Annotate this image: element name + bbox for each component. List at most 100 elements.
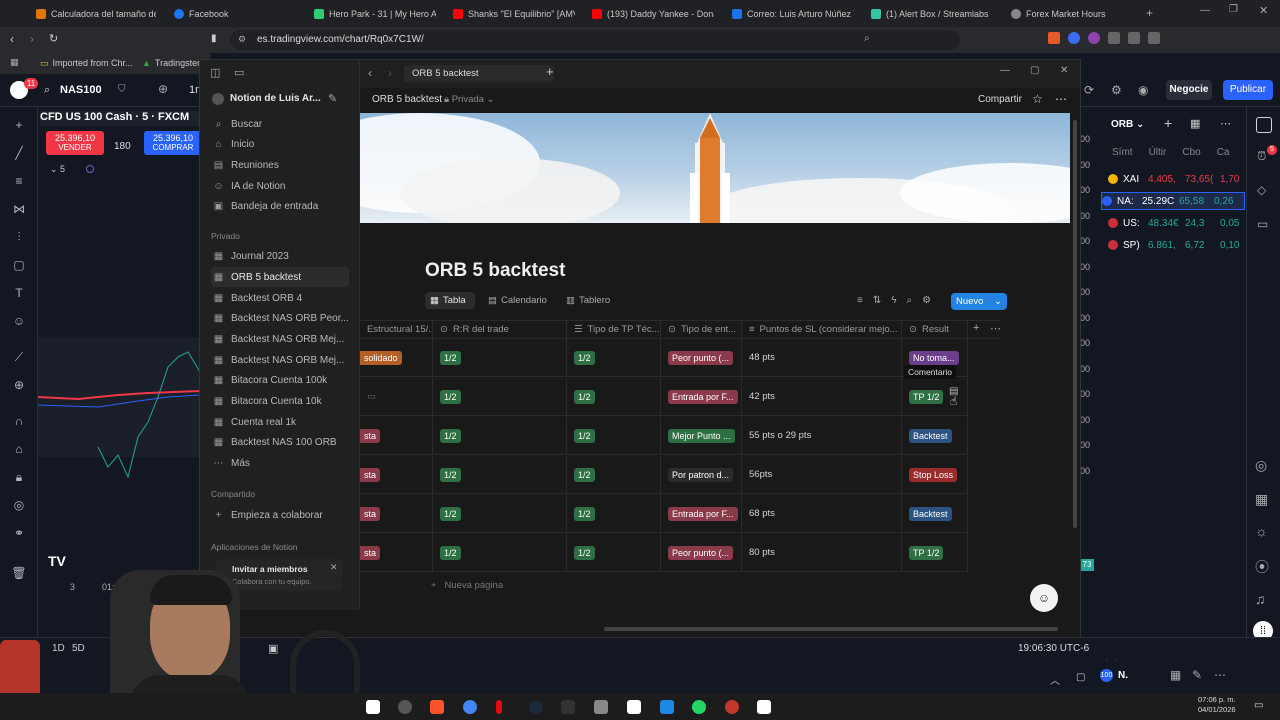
lock-icon[interactable]: 🔒︎ — [10, 469, 28, 485]
trendline-icon[interactable]: ╱ — [10, 145, 28, 161]
ruler-icon[interactable]: ⟋ — [10, 349, 28, 365]
page-cover[interactable] — [360, 113, 1070, 223]
table-cell[interactable]: 1/2 — [433, 495, 567, 533]
browser-tab[interactable]: Hero Park - 31 | My Hero Aca — [314, 4, 436, 24]
browser-tab[interactable]: Calculadora del tamaño de p — [36, 4, 156, 24]
more-icon[interactable]: ⋯ — [1214, 668, 1226, 682]
table-cell[interactable]: 1/2 — [567, 495, 661, 533]
compare-icon[interactable]: ⛉ — [118, 84, 126, 95]
forecast-icon[interactable]: ⫶ — [10, 229, 28, 245]
table-cell[interactable]: 1/2 — [567, 534, 661, 572]
table-cell[interactable]: Entrada por F... — [661, 378, 742, 416]
chat-icon[interactable]: ▭ — [1257, 217, 1268, 231]
new-tab-icon[interactable]: + — [1146, 6, 1153, 20]
table-cell[interactable]: solidado — [360, 339, 433, 377]
zoom-icon[interactable]: ⊕ — [10, 377, 28, 393]
tray-icon[interactable]: ▢ — [1076, 672, 1085, 683]
close-icon[interactable]: ✕ — [1259, 4, 1268, 17]
table-cell[interactable]: Backtest — [902, 417, 968, 455]
edit-icon[interactable]: ✎ — [1192, 668, 1202, 682]
watchlist-row[interactable]: US: 48.34€ 24,3 0,05 — [1108, 214, 1246, 232]
whatsapp-icon[interactable] — [692, 700, 706, 714]
table-cell[interactable]: 1/2 — [433, 456, 567, 494]
browser-tab[interactable]: Facebook — [174, 4, 294, 24]
add-symbol-icon[interactable]: + — [1164, 115, 1172, 131]
more-icon[interactable]: ⋯ — [1220, 117, 1231, 130]
close-icon[interactable]: ✕ — [1060, 65, 1068, 76]
table-cell[interactable]: Peor punto (... — [661, 534, 742, 572]
trade-button[interactable]: Negocie — [1166, 80, 1212, 100]
browser-tab[interactable]: Forex Market Hours — [1011, 4, 1133, 24]
table-cell[interactable]: TP 1/2 — [902, 534, 968, 572]
vertical-scrollbar[interactable] — [1073, 120, 1077, 528]
page-item-active[interactable]: ▦ ORB 5 backtest — [211, 267, 349, 287]
table-cell[interactable]: Mejor Punto ... — [661, 417, 742, 455]
table-cell[interactable]: 1/2 — [567, 339, 661, 377]
chrome-icon[interactable] — [463, 700, 477, 714]
new-page-icon[interactable]: ✎ — [328, 92, 337, 105]
table-cell[interactable]: Por patron d... — [661, 456, 742, 494]
page-item[interactable]: ▦ Bitacora Cuenta 100k — [211, 370, 349, 390]
workspace-switcher[interactable]: Notion de Luis Ar... — [230, 93, 321, 104]
netflix-icon[interactable] — [496, 700, 502, 714]
buy-button[interactable]: 25.396,10 COMPRAR — [144, 131, 202, 155]
bookmark-icon[interactable]: ▮ — [211, 33, 217, 44]
new-page-row[interactable]: + Nueva página — [431, 580, 503, 591]
crosshair-icon[interactable]: + — [10, 117, 28, 133]
symbol-search[interactable]: NAS100 — [60, 84, 102, 96]
text-icon[interactable]: T — [10, 285, 28, 301]
taskbar-clock[interactable]: 07:06 p. m. 04/01/2026 — [1198, 695, 1236, 715]
new-tab-icon[interactable]: + — [546, 64, 554, 79]
table-cell[interactable]: 1/2 — [567, 417, 661, 455]
page-item[interactable]: ▦ Backtest NAS ORB Peor... — [211, 308, 349, 328]
apps-icon[interactable]: ▦ — [10, 57, 19, 68]
filter-icon[interactable]: ≡ — [857, 295, 863, 306]
extension-icon[interactable] — [1068, 32, 1080, 44]
watchlist-icon[interactable] — [1256, 117, 1272, 133]
watchlist-row[interactable]: SP) 6.861, 6,72 0,10 — [1108, 236, 1246, 254]
table-cell[interactable]: sta — [360, 456, 433, 494]
column-header[interactable]: Estructural 15/... — [360, 320, 433, 338]
search-icon[interactable]: ⌕ — [44, 84, 50, 97]
table-cell[interactable]: Peor punto (... — [661, 339, 742, 377]
layout-icon[interactable]: ⟳ — [1084, 83, 1094, 97]
back-icon[interactable]: ‹ — [10, 32, 14, 46]
breadcrumb[interactable]: ORB 5 backtest — [372, 94, 442, 105]
column-header[interactable]: ☰ Tipo de TP Téc... — [567, 320, 661, 338]
app-icon[interactable] — [561, 700, 575, 714]
horizontal-scrollbar[interactable] — [604, 627, 1058, 631]
watchlist-title[interactable]: ORB ⌄ — [1111, 119, 1144, 130]
more-icon[interactable]: ⋯ — [1055, 92, 1067, 106]
table-cell[interactable]: 1/2 — [433, 417, 567, 455]
sidebar-toggle-icon[interactable]: ▭ — [234, 66, 244, 79]
publish-button[interactable]: Publicar — [1223, 80, 1273, 100]
table-cell[interactable]: 1/2 — [567, 456, 661, 494]
maximize-icon[interactable]: ▢ — [1030, 65, 1039, 76]
camera-icon[interactable]: ◉ — [1138, 83, 1148, 97]
site-info-icon[interactable]: ⚙ — [238, 34, 246, 45]
page-item[interactable]: ▦ Bitacora Cuenta 10k — [211, 391, 349, 411]
calculator-icon[interactable] — [660, 700, 674, 714]
extension-icon[interactable] — [1048, 32, 1060, 44]
table-cell[interactable]: 56pts — [742, 456, 902, 494]
watchlist-row[interactable]: NA: 25.29C 65,58 0,26 — [1101, 192, 1245, 210]
table-cell[interactable]: Stop Loss — [902, 456, 968, 494]
browser-tab[interactable]: Correo: Luis Arturo Núñez Tol — [732, 4, 854, 24]
table-cell[interactable]: 1/2 — [433, 378, 567, 416]
forward-icon[interactable]: › — [30, 32, 34, 46]
page-title[interactable]: ORB 5 backtest — [425, 260, 565, 282]
steam-icon[interactable] — [529, 700, 543, 714]
search-icon[interactable]: ⌕ — [864, 33, 870, 44]
table-cell[interactable]: sta — [360, 495, 433, 533]
share-button[interactable]: Compartir — [978, 94, 1022, 105]
layout-icon[interactable]: ▦ — [1170, 668, 1181, 682]
minimize-icon[interactable]: — — [1200, 5, 1210, 16]
forward-icon[interactable]: › — [388, 66, 392, 80]
extension-icon[interactable] — [1108, 32, 1120, 44]
eye-icon[interactable]: ◎ — [10, 497, 28, 513]
more-pages[interactable]: ⋯ Más — [211, 453, 349, 473]
page-item[interactable]: ▦ Cuenta real 1k — [211, 412, 349, 432]
privacy-badge[interactable]: 🔒︎ Privada ⌄ — [444, 94, 495, 105]
nav-search[interactable]: ⌕ Buscar — [211, 114, 349, 134]
page-item[interactable]: ▦ Journal 2023 — [211, 246, 349, 266]
